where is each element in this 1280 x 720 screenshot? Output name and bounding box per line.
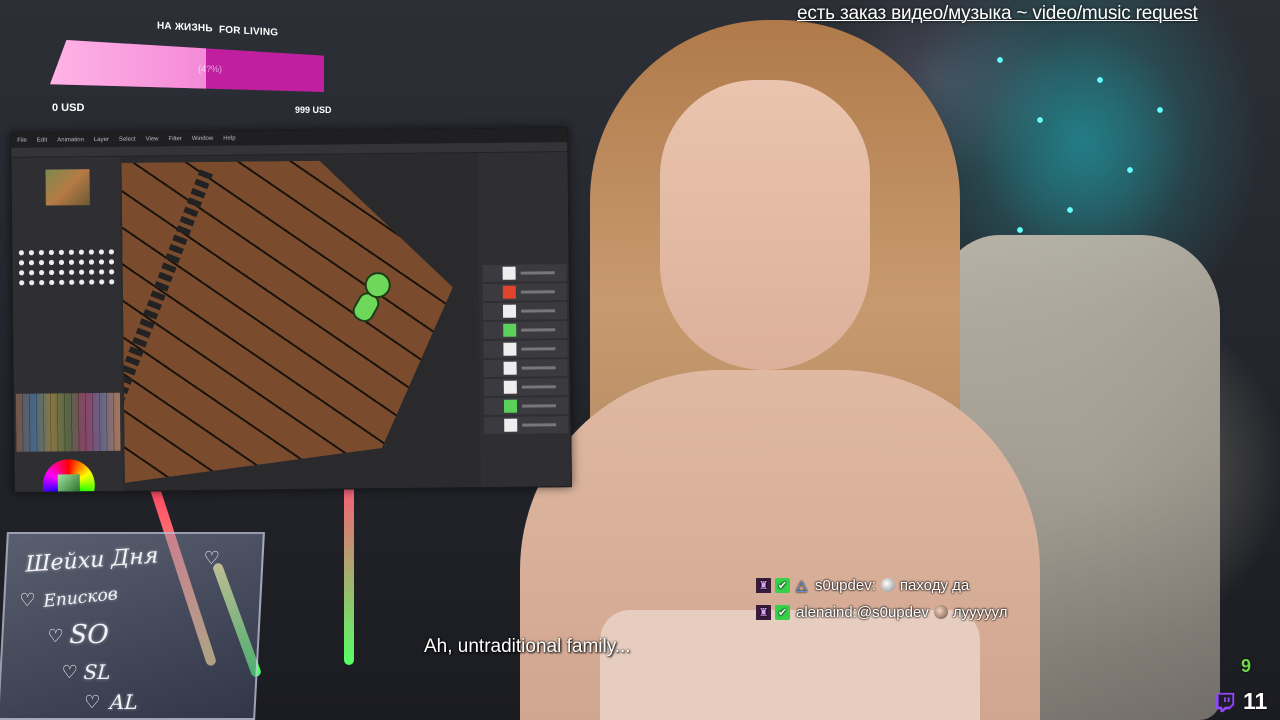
layers-panel	[477, 152, 572, 490]
layer-name	[522, 423, 557, 427]
layer-row[interactable]	[483, 340, 568, 358]
menu-item[interactable]: Animation	[57, 137, 84, 143]
goal-max-label: 999 USD	[295, 105, 332, 115]
sign-name-3: SL	[82, 660, 112, 684]
layer-thumbnail	[503, 380, 517, 394]
layer-row[interactable]	[483, 359, 568, 377]
brush-preset-grid[interactable]	[16, 246, 117, 288]
layer-thumbnail	[503, 399, 518, 413]
layer-row[interactable]	[482, 283, 567, 301]
heart-icon: ♡	[46, 626, 65, 646]
chat-text: паходу да	[899, 576, 970, 594]
chat-message: ♜ ✔ △ s0updev: паходу да	[756, 573, 1008, 597]
goal-min-label: 0 USD	[52, 102, 85, 114]
layer-thumbnail	[502, 266, 516, 280]
request-ticker: есть заказ видео/музыка ~ video/music re…	[797, 3, 1198, 24]
menu-item[interactable]: Layer	[94, 137, 109, 143]
layer-thumbnail	[503, 361, 517, 375]
vip-badge-icon: △	[796, 576, 807, 593]
drawing-canvas[interactable]	[121, 159, 475, 483]
wood-drawing	[121, 159, 454, 482]
heart-icon: ♡	[18, 590, 37, 610]
layer-name	[521, 385, 556, 389]
sign-name-2: SO	[68, 620, 110, 650]
chat-text: @s0updev	[856, 603, 929, 621]
layer-row[interactable]	[483, 378, 568, 396]
chat-username[interactable]: alenaind:	[796, 604, 857, 621]
layer-row[interactable]	[482, 264, 567, 282]
heart-icon: ♡	[61, 662, 79, 682]
acrylic-sign: Шейхи Дня ♡ ♡ Еписков ♡ SO ♡ SL ♡ AL	[0, 532, 265, 720]
layer-name	[521, 366, 556, 370]
layer-name	[521, 347, 556, 351]
brush-settings-panel	[477, 152, 570, 263]
subscriber-badge-icon: ♜	[756, 577, 771, 593]
verified-badge-icon: ✔	[775, 577, 790, 593]
layer-name	[521, 309, 556, 313]
menu-item[interactable]: Filter	[168, 136, 181, 142]
emote-icon	[880, 578, 895, 592]
heart-icon: ♡	[83, 692, 101, 712]
menu-item[interactable]: Help	[223, 136, 235, 142]
green-alien-drawing	[349, 271, 392, 332]
paint-app-window: File Edit Animation Layer Select View Fi…	[10, 127, 572, 493]
subtitle-caption: Ah, untraditional family...	[424, 636, 631, 657]
led-light-pink-green	[344, 475, 354, 665]
paint-left-panel	[11, 156, 123, 493]
viewer-count: 11	[1243, 688, 1268, 714]
chat-username[interactable]: s0updev:	[815, 577, 876, 594]
sign-name-1: Еписков	[42, 584, 119, 612]
color-wheel[interactable]	[42, 459, 96, 493]
menu-item[interactable]: Select	[119, 137, 136, 143]
verified-badge-icon: ✔	[775, 604, 790, 620]
layer-row[interactable]	[483, 321, 568, 339]
layer-thumbnail	[503, 323, 517, 337]
layer-thumbnail	[503, 342, 517, 356]
layer-row[interactable]	[482, 302, 568, 320]
subscriber-badge-icon: ♜	[756, 604, 771, 620]
layer-thumbnail	[502, 285, 516, 299]
viewer-count-secondary: 9	[1241, 656, 1252, 676]
streamer-face	[660, 80, 870, 370]
chat-text-suffix: лууууул	[952, 603, 1008, 621]
menu-item[interactable]: View	[146, 136, 159, 142]
heart-icon: ♡	[203, 548, 221, 568]
chat-message: ♜ ✔ alenaind: @s0updev лууууул	[756, 600, 1008, 624]
goal-progress-text: (4?%)	[198, 64, 223, 74]
sign-name-4: AL	[109, 690, 139, 714]
layer-row[interactable]	[483, 397, 569, 415]
layer-row[interactable]	[484, 416, 569, 434]
donation-goal-fill	[50, 40, 207, 92]
menu-item[interactable]: Window	[192, 136, 213, 142]
layer-name	[520, 271, 555, 275]
layer-thumbnail	[504, 418, 518, 432]
color-palette[interactable]	[15, 392, 121, 452]
menu-item[interactable]: Edit	[37, 138, 47, 144]
layer-thumbnail	[502, 304, 517, 318]
alien-head	[364, 271, 391, 299]
chat-overlay: ♜ ✔ △ s0updev: паходу да ♜ ✔ alenaind: @…	[756, 573, 1008, 627]
menu-item[interactable]: File	[17, 138, 27, 144]
sign-title: Шейхи Дня	[25, 543, 159, 578]
layer-name	[521, 328, 556, 332]
layer-name	[520, 290, 555, 294]
emote-icon	[933, 605, 948, 619]
foreground-color-swatch[interactable]	[18, 491, 29, 493]
layer-name	[522, 404, 557, 408]
twitch-icon	[1215, 692, 1235, 713]
navigator-thumbnail[interactable]	[45, 169, 90, 206]
